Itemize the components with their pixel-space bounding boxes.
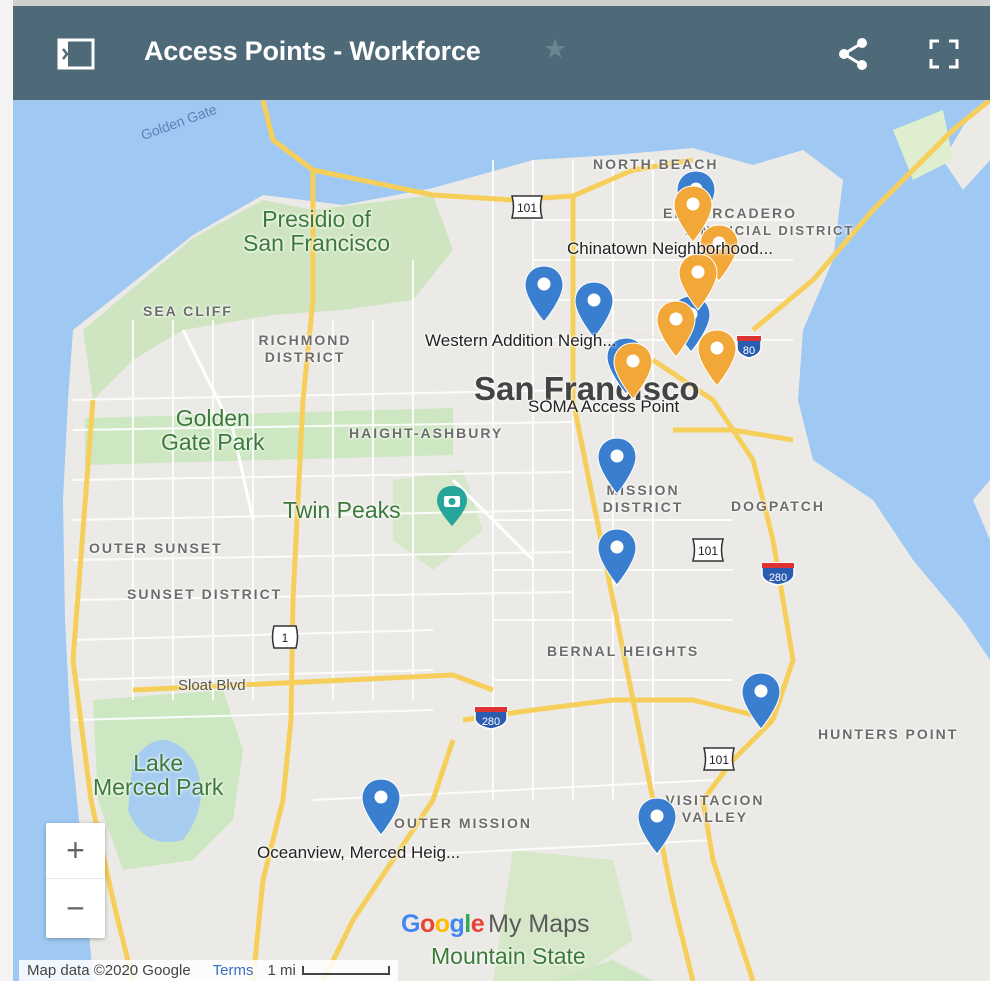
zoom-control: + − — [46, 823, 105, 938]
map-title: Access Points - Workforce — [144, 36, 481, 66]
zoom-out-button[interactable]: − — [46, 880, 105, 936]
left-border — [0, 0, 13, 981]
map-widget: Access Points - Workforce ★ Golden Gate … — [0, 0, 990, 981]
svg-text:280: 280 — [769, 572, 787, 584]
highway-shield-interstate-280: 280 — [474, 706, 508, 730]
google-my-maps-logo: Google My Maps — [401, 910, 590, 938]
highway-shield-us-101: 101 — [692, 538, 724, 562]
green-area-lake-merced-park: Lake Merced Park — [93, 750, 224, 800]
svg-text:101: 101 — [709, 753, 729, 767]
map-pin-orange[interactable] — [656, 300, 696, 358]
pin-label-western-addition[interactable]: Western Addition Neigh... — [425, 331, 617, 351]
street-label-sloat-blvd: Sloat Blvd — [178, 677, 246, 694]
star-icon[interactable]: ★ — [543, 34, 567, 65]
svg-text:80: 80 — [743, 345, 755, 357]
map-pin-blue[interactable] — [524, 265, 564, 323]
zoom-in-button[interactable]: + — [46, 823, 105, 879]
neighborhood-richmond-district: RICHMOND DISTRICT — [258, 332, 352, 365]
pin-label-oceanview[interactable]: Oceanview, Merced Heig... — [257, 843, 460, 863]
neighborhood-haight-ashbury: HAIGHT-ASHBURY — [349, 425, 504, 441]
map-pin-orange[interactable] — [613, 342, 653, 400]
header-bar: Access Points - Workforce ★ — [13, 6, 990, 100]
scale-label[interactable]: 1 mi — [268, 962, 296, 979]
green-area-golden-gate-park: Golden Gate Park — [161, 405, 265, 455]
camera-icon[interactable] — [437, 486, 467, 526]
svg-text:101: 101 — [517, 201, 537, 215]
svg-text:280: 280 — [482, 716, 500, 728]
neighborhood-outer-mission: OUTER MISSION — [394, 815, 533, 831]
fullscreen-icon[interactable] — [922, 32, 966, 76]
poi-twin-peaks[interactable]: Twin Peaks — [283, 498, 401, 522]
highway-shield-us-101: 101 — [511, 195, 543, 219]
svg-text:101: 101 — [698, 544, 718, 558]
neighborhood-sea-cliff: SEA CLIFF — [143, 303, 233, 319]
pin-label-chinatown[interactable]: Chinatown Neighborhood... — [567, 239, 773, 259]
scale-bar — [301, 966, 390, 975]
highway-shield-state-1: 1 — [271, 625, 299, 649]
neighborhood-dogpatch: DOGPATCH — [731, 498, 826, 514]
neighborhood-bernal-heights: BERNAL HEIGHTS — [547, 643, 700, 659]
share-icon[interactable] — [831, 32, 875, 76]
svg-text:1: 1 — [282, 631, 289, 645]
green-area-mountain-state: Mountain State — [431, 943, 586, 969]
green-area-presidio: Presidio of San Francisco — [243, 206, 391, 256]
map-footer: Map data ©2020 Google Terms 1 mi — [19, 960, 398, 981]
map-pin-blue[interactable] — [597, 528, 637, 586]
neighborhood-hunters-point: HUNTERS POINT — [818, 726, 959, 742]
map-pin-blue[interactable] — [361, 778, 401, 836]
map-pin-blue[interactable] — [741, 672, 781, 730]
map-pin-orange[interactable] — [697, 329, 737, 387]
highway-shield-interstate-80: 80 — [736, 335, 762, 359]
map-pin-blue[interactable] — [637, 797, 677, 855]
highway-shield-interstate-280: 280 — [761, 562, 795, 586]
highway-shield-us-101: 101 — [703, 747, 735, 771]
pin-label-soma[interactable]: SOMA Access Point — [528, 397, 679, 417]
terms-link[interactable]: Terms — [213, 962, 254, 979]
map-canvas[interactable]: Golden Gate Presidio of San Francisco Gol… — [13, 100, 990, 981]
neighborhood-outer-sunset: OUTER SUNSET — [89, 540, 223, 556]
sidebar-toggle-icon[interactable] — [54, 32, 98, 76]
map-pin-blue[interactable] — [597, 437, 637, 495]
map-attribution: Map data ©2020 Google — [27, 962, 191, 979]
neighborhood-sunset-district: SUNSET DISTRICT — [127, 586, 283, 602]
